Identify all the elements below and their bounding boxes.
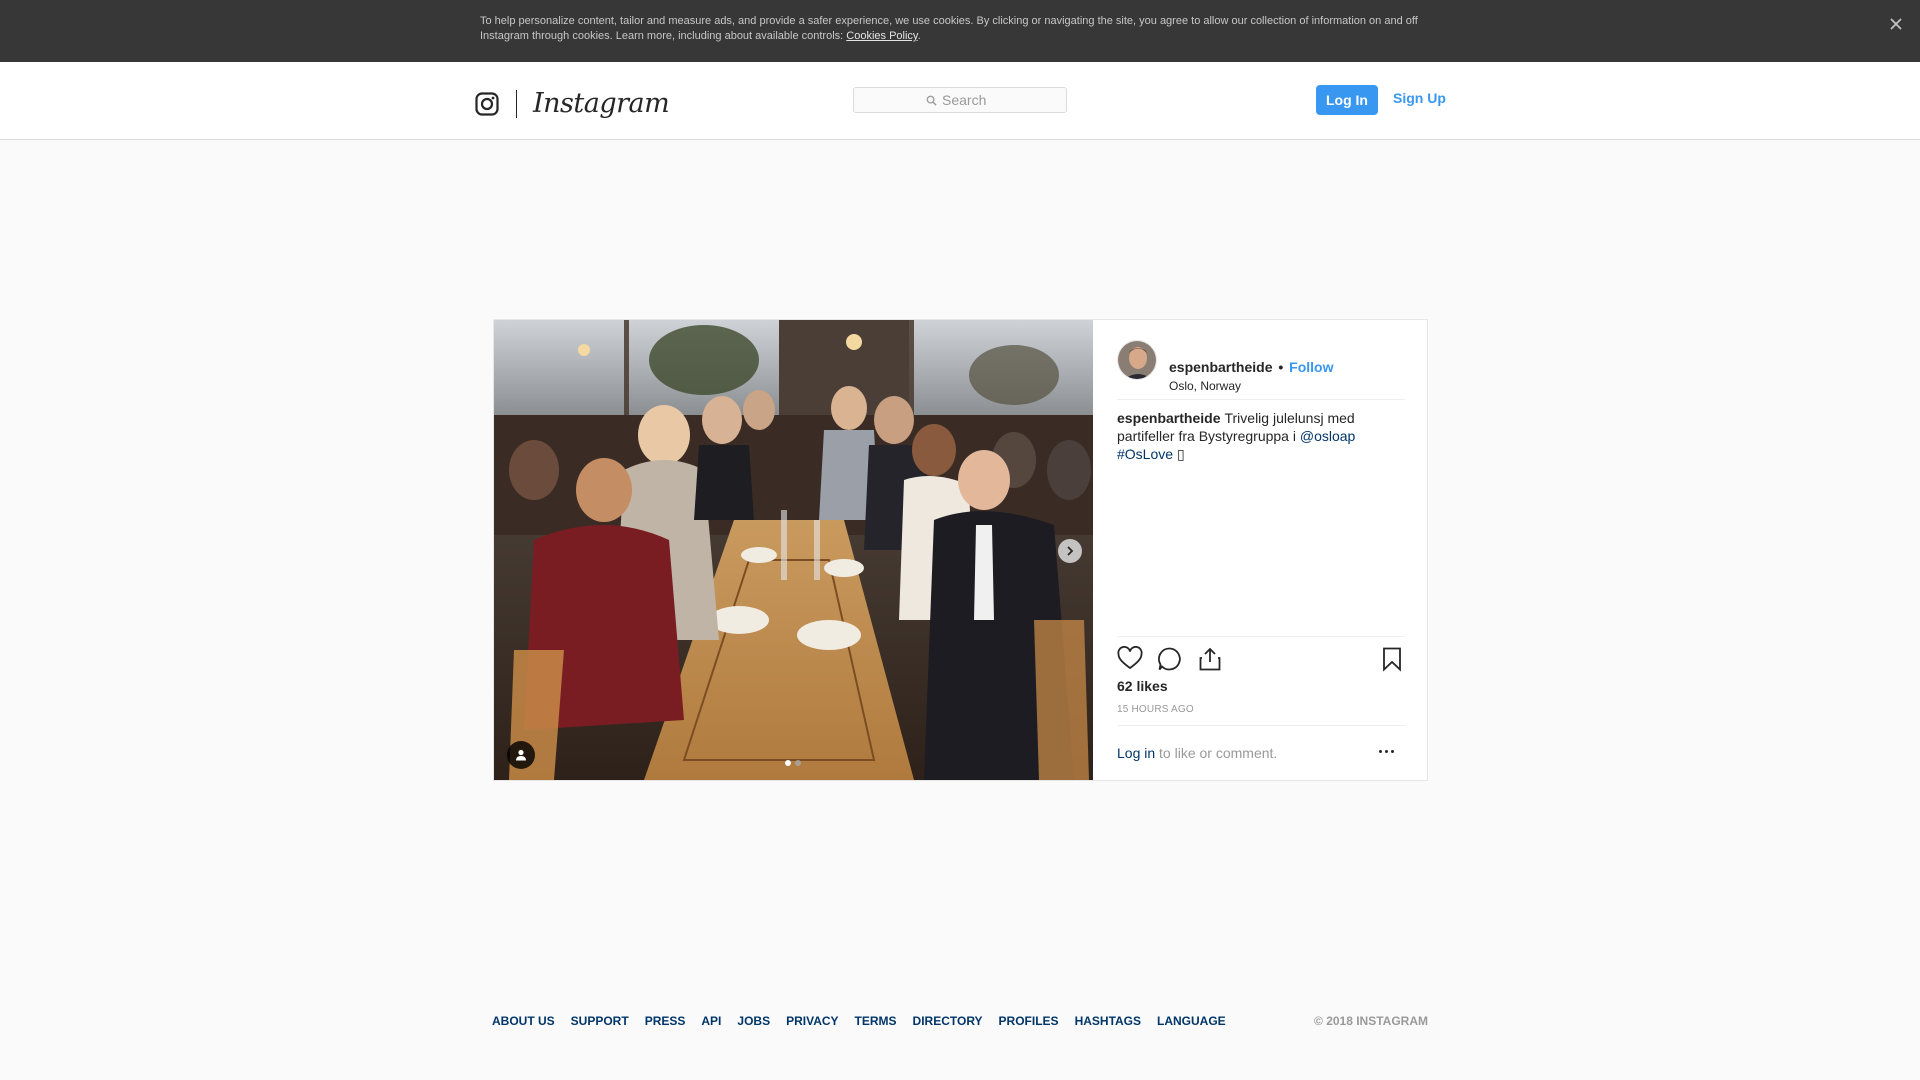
bookmark-icon[interactable] [1379,646,1405,672]
post-sidebar: espenbartheide • Follow Oslo, Norway esp… [1093,320,1427,780]
carousel-next-button[interactable] [1058,539,1082,563]
comment-section: Log in to like or comment. [1117,725,1405,778]
carousel-dot [795,760,801,766]
comment-login-link[interactable]: Log in [1117,745,1155,761]
share-icon[interactable] [1197,646,1223,672]
post-location[interactable]: Oslo, Norway [1169,379,1241,393]
tagged-people-button[interactable] [507,741,535,769]
more-dot [1385,749,1388,753]
footer-link-privacy[interactable]: Privacy [786,1014,838,1028]
carousel-indicator [785,760,801,766]
caption-mention[interactable]: @osloap [1300,428,1355,444]
footer-link-api[interactable]: API [701,1014,721,1028]
caption-username[interactable]: espenbartheide [1117,410,1220,426]
heart-icon[interactable] [1117,646,1143,672]
post-photo-image [494,320,1093,780]
comment-prompt: Log in to like or comment. [1117,745,1277,761]
top-navigation: Instagram Log In Sign Up [0,62,1920,140]
search-box[interactable] [853,87,1067,113]
footer-link-press[interactable]: Press [645,1014,686,1028]
signup-link[interactable]: Sign Up [1393,90,1446,106]
cookie-banner-message: To help personalize content, tailor and … [480,15,1418,42]
avatar-image [1118,341,1156,379]
post-author-row: espenbartheide • Follow [1169,359,1334,375]
caption-emoji: ▯ [1176,446,1185,462]
instagram-wordmark: Instagram [533,88,670,119]
more-options-button[interactable] [1379,748,1397,754]
footer: About us Support Press API Jobs Privacy … [492,1014,1428,1030]
user-icon [516,749,526,761]
footer-link-support[interactable]: Support [571,1014,629,1028]
footer-link-jobs[interactable]: Jobs [737,1014,770,1028]
footer-link-language[interactable]: Language [1157,1014,1226,1028]
cookie-banner: To help personalize content, tailor and … [0,0,1920,62]
search-icon [926,95,937,106]
post-card: espenbartheide • Follow Oslo, Norway esp… [493,319,1428,781]
brand-divider [516,90,517,118]
search-input[interactable] [942,92,994,108]
footer-link-profiles[interactable]: Profiles [999,1014,1059,1028]
comment-prompt-text: to like or comment. [1155,745,1278,761]
cookie-banner-text: To help personalize content, tailor and … [480,14,1440,44]
more-dot [1379,749,1382,753]
post-caption: espenbartheide Trivelig julelunsj med par… [1117,409,1405,463]
cookies-policy-link[interactable]: Cookies Policy [846,30,917,42]
follow-button[interactable]: Follow [1289,359,1333,375]
login-button[interactable]: Log In [1316,85,1378,115]
cookie-close-button[interactable] [1886,14,1906,34]
footer-link-directory[interactable]: Directory [913,1014,983,1028]
separator-bullet: • [1278,359,1284,375]
carousel-dot [785,760,791,766]
caption-hashtag[interactable]: #OsLove [1117,446,1173,462]
footer-link-hashtags[interactable]: Hashtags [1075,1014,1141,1028]
like-count[interactable]: 62 likes [1117,678,1168,694]
instagram-camera-icon [475,92,499,116]
post-photo[interactable] [494,320,1093,780]
footer-link-about[interactable]: About us [492,1014,555,1028]
chevron-right-icon [1067,546,1074,556]
footer-link-terms[interactable]: Terms [855,1014,897,1028]
post-username[interactable]: espenbartheide [1169,359,1272,375]
cookie-banner-period: . [917,30,921,42]
copyright: © 2018 Instagram [1314,1014,1428,1028]
post-timestamp[interactable]: 15 HOURS AGO [1117,704,1194,715]
brand-logo-link[interactable]: Instagram [475,86,670,122]
post-header: espenbartheide • Follow Oslo, Norway [1117,338,1405,400]
comment-icon[interactable] [1157,646,1183,672]
close-icon [1890,18,1902,30]
avatar[interactable] [1117,340,1157,380]
more-dot [1391,749,1394,753]
footer-links: About us Support Press API Jobs Privacy … [492,1014,1242,1028]
